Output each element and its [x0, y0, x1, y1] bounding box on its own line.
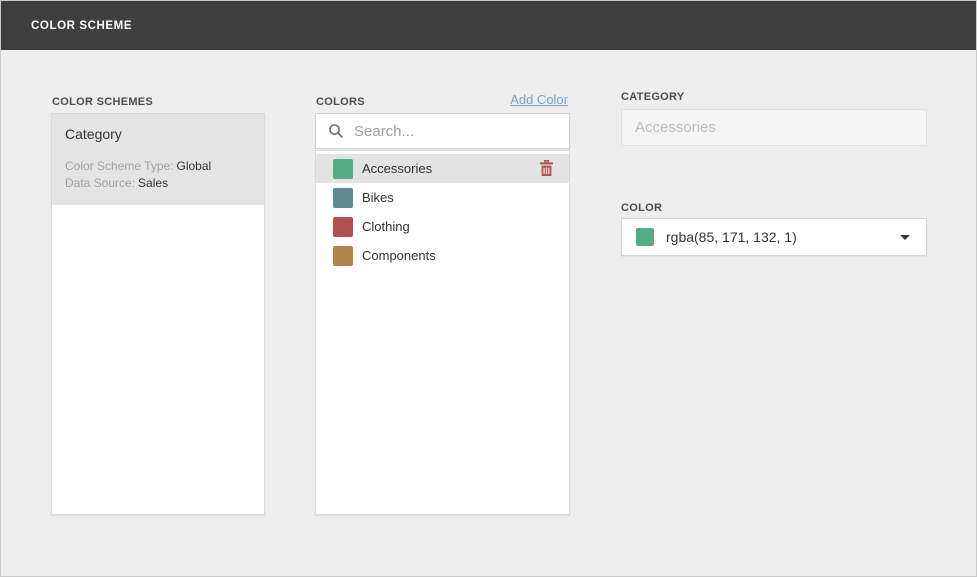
scheme-title: Category — [65, 126, 251, 142]
scheme-meta-line: Color Scheme Type:Global — [65, 158, 251, 175]
dialog-header: COLOR SCHEME — [1, 1, 976, 50]
color-list-item[interactable]: Clothing — [316, 212, 569, 241]
add-color-link[interactable]: Add Color — [510, 92, 568, 107]
color-list-item[interactable]: Accessories — [316, 154, 569, 183]
search-icon — [328, 123, 344, 139]
color-swatch — [333, 188, 353, 208]
color-schemes-label: COLOR SCHEMES — [52, 96, 153, 108]
scheme-list-item[interactable]: Category Color Scheme Type:GlobalData Sou… — [52, 114, 264, 205]
color-dropdown-value: rgba(85, 171, 132, 1) — [666, 229, 900, 245]
search-box — [315, 113, 570, 149]
category-label: CATEGORY — [621, 91, 685, 103]
color-scheme-dialog: COLOR SCHEME COLOR SCHEMES Category Color… — [0, 0, 977, 577]
scheme-meta: Color Scheme Type:GlobalData Source:Sale… — [65, 158, 251, 192]
color-item-label: Accessories — [362, 161, 539, 176]
color-swatch — [333, 159, 353, 179]
chevron-down-icon — [900, 235, 910, 240]
color-item-label: Components — [362, 248, 554, 263]
color-item-label: Clothing — [362, 219, 554, 234]
color-dropdown-swatch — [636, 228, 654, 246]
color-label: COLOR — [621, 202, 662, 214]
color-list-item[interactable]: Components — [316, 241, 569, 270]
colors-label: COLORS — [316, 96, 365, 108]
color-list-item[interactable]: Bikes — [316, 183, 569, 212]
color-item-label: Bikes — [362, 190, 554, 205]
color-swatch — [333, 217, 353, 237]
trash-icon[interactable] — [539, 160, 554, 177]
colors-list: Accessories Bikes Clothing Components — [315, 150, 570, 515]
category-field[interactable] — [621, 109, 927, 146]
color-swatch — [333, 246, 353, 266]
scheme-meta-line: Data Source:Sales — [65, 175, 251, 192]
color-schemes-list: Category Color Scheme Type:GlobalData Sou… — [51, 113, 265, 515]
search-input[interactable] — [354, 123, 559, 140]
dialog-title: COLOR SCHEME — [31, 20, 132, 32]
color-dropdown[interactable]: rgba(85, 171, 132, 1) — [621, 218, 927, 256]
